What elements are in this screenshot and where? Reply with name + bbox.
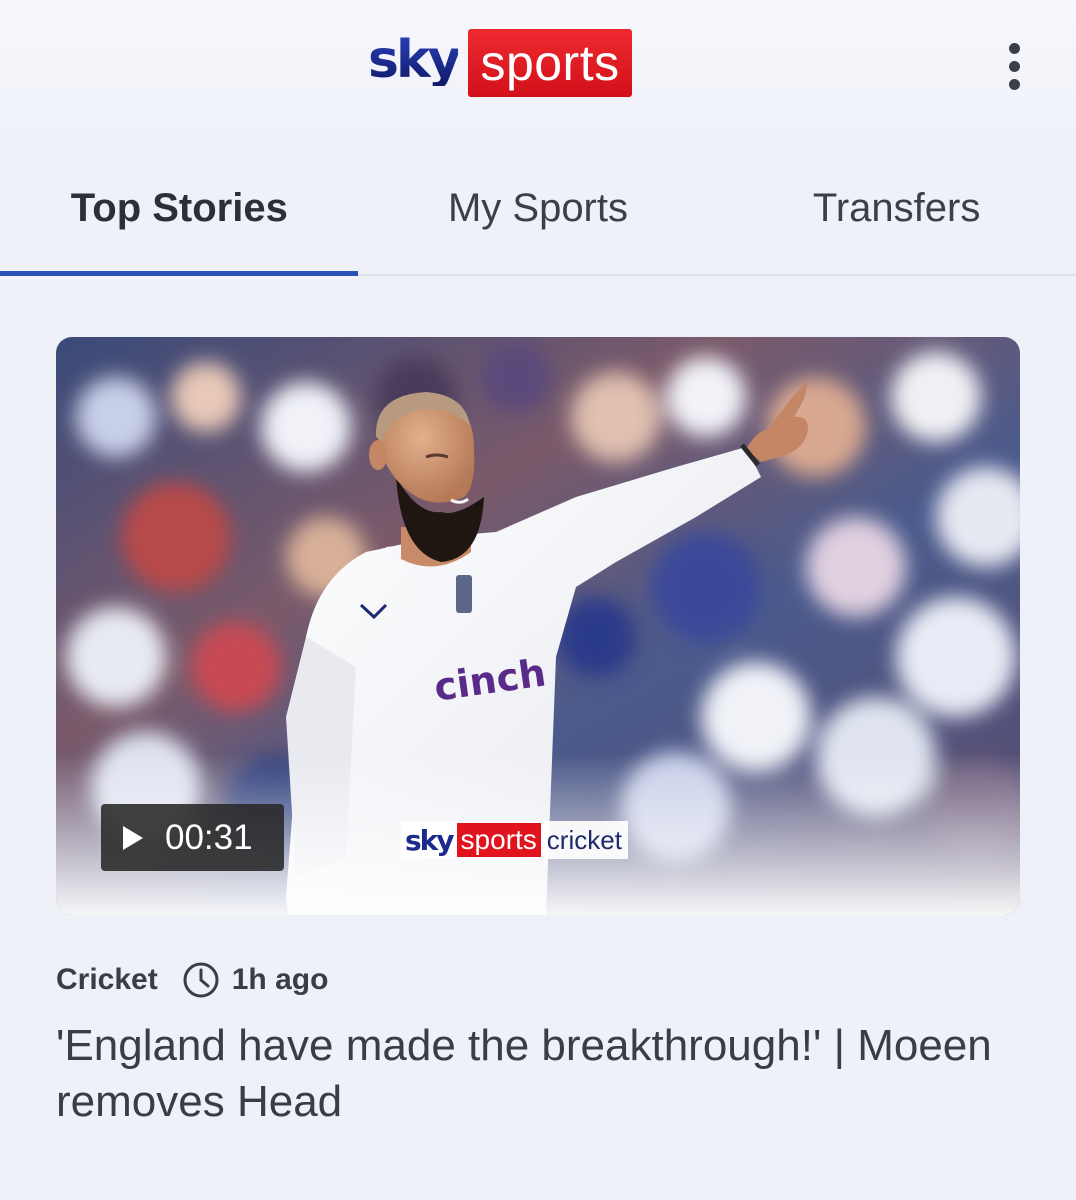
story-video-thumbnail[interactable]: cinch 00:31 sky sports cricket	[56, 337, 1020, 915]
section-tabs: Top Stories My Sports Transfers	[0, 142, 1076, 276]
video-duration-badge[interactable]: 00:31	[101, 804, 284, 871]
video-duration-text: 00:31	[165, 817, 253, 857]
logo-sports-text: sports	[468, 29, 632, 97]
clock-icon	[183, 962, 219, 998]
tab-transfers[interactable]: Transfers	[717, 142, 1076, 274]
broadcast-logo-sky: sky	[405, 823, 455, 857]
menu-dot	[1008, 78, 1020, 90]
menu-dot	[1008, 42, 1020, 54]
sky-sports-app: sky sports Top Stories My Sports Transfe…	[0, 0, 1076, 1200]
sky-sports-logo[interactable]: sky sports	[368, 28, 632, 98]
broadcast-logo-sports: sports	[456, 823, 541, 857]
more-vertical-icon[interactable]	[990, 36, 1038, 96]
story-category[interactable]: Cricket	[56, 963, 158, 997]
story-headline[interactable]: 'England have made the breakthrough!' | …	[56, 1018, 1016, 1130]
play-icon	[123, 825, 143, 850]
sky-sports-cricket-logo: sky sports cricket	[401, 821, 628, 859]
menu-dot	[1008, 60, 1020, 72]
logo-sky-text: sky	[368, 30, 461, 90]
tab-my-sports[interactable]: My Sports	[359, 142, 718, 274]
story-timestamp: 1h ago	[231, 963, 329, 996]
broadcast-logo-channel: cricket	[546, 824, 622, 855]
tab-top-stories[interactable]: Top Stories	[0, 142, 359, 276]
app-header: sky sports	[0, 0, 1076, 142]
story-meta: Cricket 1h ago	[56, 958, 328, 1002]
